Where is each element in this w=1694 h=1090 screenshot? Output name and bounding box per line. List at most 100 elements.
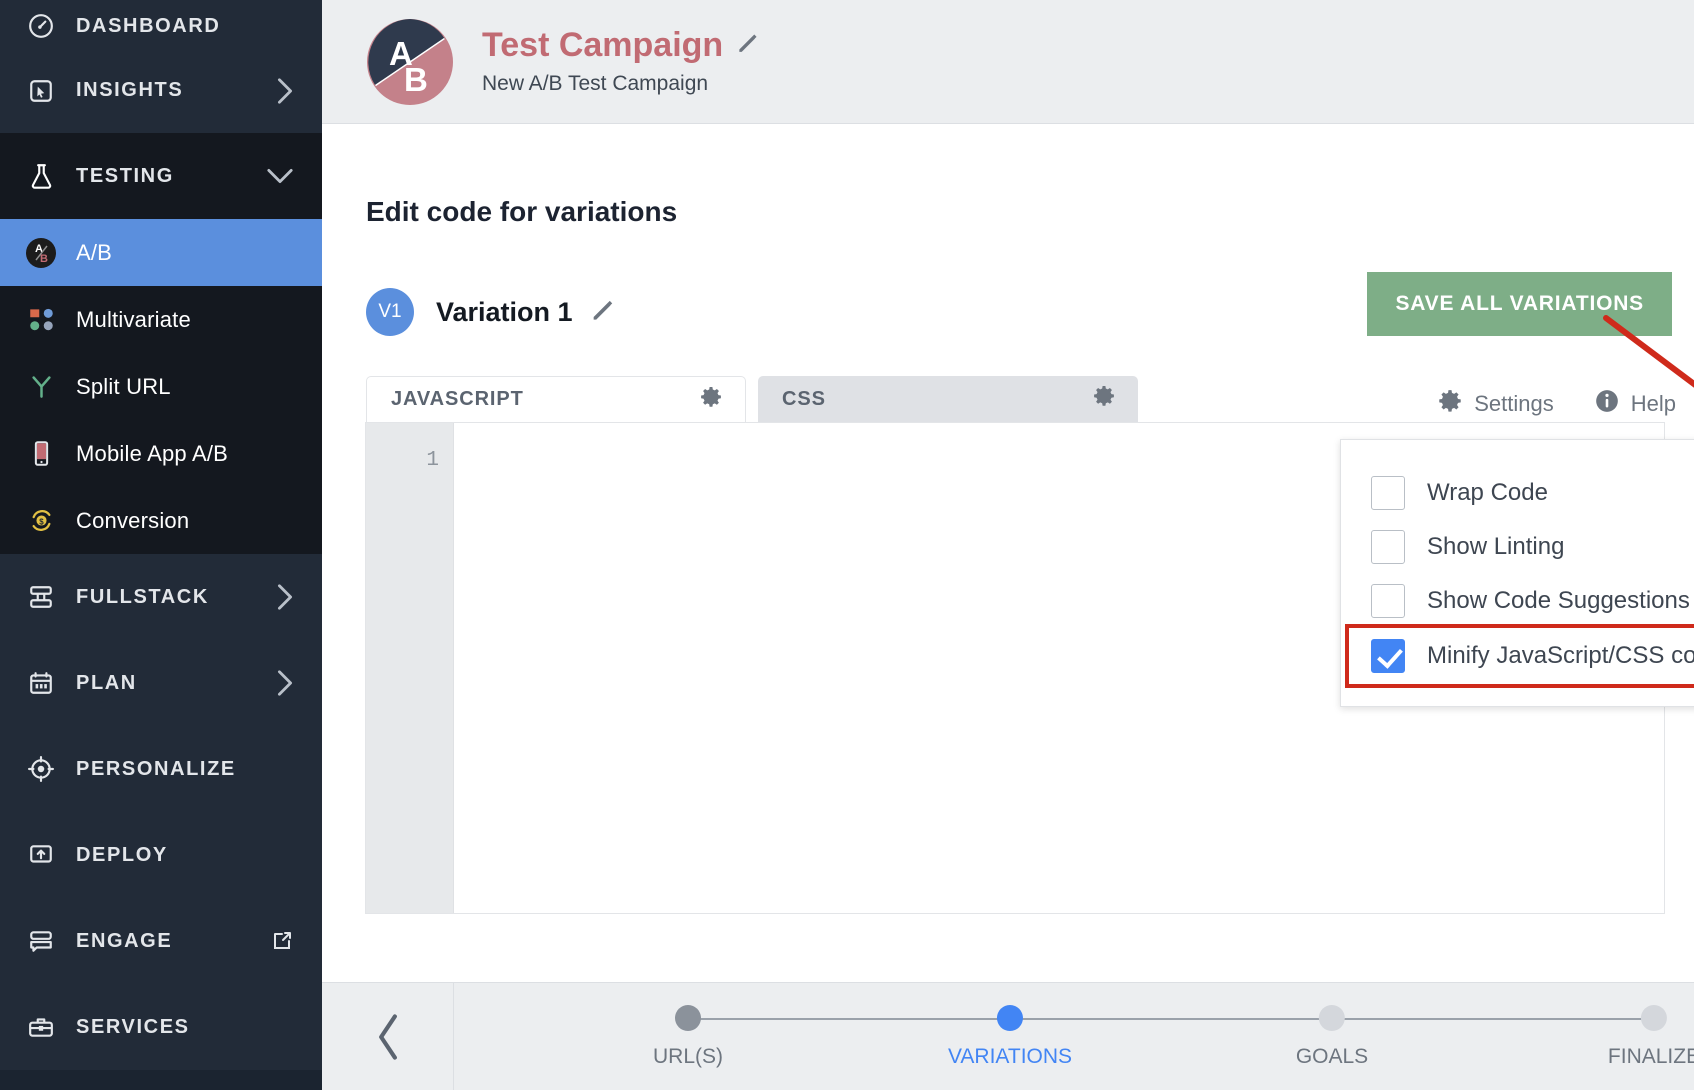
app-root: DASHBOARD INSIGHTS TESTING AB A/B Multiv… — [0, 0, 1694, 1090]
menu-item-show-linting[interactable]: Show Linting — [1341, 520, 1694, 574]
progress-stepper: URL(S) VARIATIONS GOALS FINALIZE — [454, 983, 1694, 1090]
menu-item-minify-code[interactable]: Minify JavaScript/CSS code ? — [1345, 624, 1694, 688]
step-finalize[interactable]: FINALIZE — [1607, 1004, 1694, 1069]
sidebar-item-label: A/B — [76, 239, 113, 265]
checkbox-wrap-code[interactable] — [1371, 476, 1405, 510]
variation-badge: V1 — [366, 288, 414, 336]
settings-label: Settings — [1474, 391, 1554, 416]
sidebar-item-multivariate[interactable]: Multivariate — [0, 286, 322, 353]
sidebar-item-engage[interactable]: ENGAGE — [0, 898, 322, 984]
campaign-subtitle: New A/B Test Campaign — [482, 72, 709, 96]
sidebar-item-dashboard[interactable]: DASHBOARD — [0, 0, 322, 48]
menu-item-show-code-suggestions[interactable]: Show Code Suggestions — [1341, 574, 1694, 628]
main-area: A B Test Campaign New A/B Test Campaign … — [322, 0, 1694, 1090]
sidebar-item-label: Multivariate — [76, 306, 191, 332]
sidebar-item-testing[interactable]: TESTING — [0, 133, 322, 219]
campaign-header: A B Test Campaign New A/B Test Campaign — [322, 0, 1694, 124]
settings-dropdown: Wrap Code Show Linting Show Code Suggest… — [1340, 439, 1694, 707]
chevron-right-icon — [276, 583, 294, 611]
tab-css[interactable]: CSS — [758, 376, 1138, 422]
sidebar-item-split-url[interactable]: Split URL — [0, 353, 322, 420]
target-icon — [24, 756, 58, 782]
svg-text:$: $ — [39, 517, 44, 526]
chevron-left-icon — [378, 1013, 397, 1060]
sidebar-item-label: PLAN — [76, 671, 137, 694]
chevron-down-icon — [266, 167, 294, 185]
tab-label: JAVASCRIPT — [391, 388, 524, 410]
variation-row: V1 Variation 1 SAVE ALL VARIATIONS — [366, 272, 1694, 340]
conversion-dollar-icon: $ — [24, 507, 58, 534]
gear-icon[interactable] — [699, 385, 723, 415]
sidebar-item-fullstack[interactable]: FULLSTACK — [0, 554, 322, 640]
campaign-text: Test Campaign New A/B Test Campaign — [482, 25, 761, 96]
sidebar-item-personalize[interactable]: PERSONALIZE — [0, 726, 322, 812]
chevron-right-icon — [276, 77, 294, 105]
wizard-footer: URL(S) VARIATIONS GOALS FINALIZE — [322, 982, 1694, 1090]
cursor-box-icon — [24, 78, 58, 104]
sidebar-item-mobile-app-ab[interactable]: Mobile App A/B — [0, 420, 322, 487]
line-number: 1 — [426, 449, 439, 472]
help-label: Help — [1630, 391, 1676, 416]
step-label: FINALIZE — [1607, 1044, 1694, 1068]
sidebar-item-plan[interactable]: PLAN — [0, 640, 322, 726]
svg-text:B: B — [40, 253, 48, 265]
help-button[interactable]: Help — [1594, 388, 1676, 420]
tab-javascript[interactable]: JAVASCRIPT — [366, 376, 746, 422]
settings-button[interactable]: Settings — [1437, 388, 1554, 420]
line-number-gutter: 1 — [366, 423, 454, 913]
section-heading: Edit code for variations — [366, 196, 678, 227]
sidebar-item-insights[interactable]: INSIGHTS — [0, 48, 322, 133]
gear-icon — [1437, 388, 1463, 420]
tab-label: CSS — [782, 387, 826, 410]
sidebar-item-deploy[interactable]: DEPLOY — [0, 812, 322, 898]
menu-item-wrap-code[interactable]: Wrap Code — [1341, 466, 1694, 520]
editor-tabbar: JAVASCRIPT CSS Settings Help — [366, 376, 1676, 422]
menu-item-label: Wrap Code — [1427, 479, 1548, 506]
checkbox-minify-code[interactable] — [1371, 639, 1405, 673]
sidebar-item-services[interactable]: SERVICES — [0, 984, 322, 1070]
calendar-icon — [24, 670, 58, 696]
sidebar-item-label: DASHBOARD — [76, 14, 221, 37]
editor-tools: Settings Help — [1437, 388, 1676, 420]
external-link-icon[interactable] — [270, 929, 294, 953]
speedometer-icon — [24, 13, 58, 39]
sidebar-item-label: ENGAGE — [76, 929, 173, 952]
step-label: VARIATIONS — [947, 1044, 1073, 1068]
page-title: Test Campaign — [482, 25, 724, 64]
step-goals[interactable]: GOALS — [1295, 1004, 1369, 1069]
pencil-icon[interactable] — [735, 27, 761, 64]
step-variations[interactable]: VARIATIONS — [947, 1004, 1073, 1069]
sidebar-item-ab[interactable]: AB A/B — [0, 219, 322, 286]
sidebar-item-conversion[interactable]: $ Conversion — [0, 487, 322, 554]
sidebar-item-label: Mobile App A/B — [76, 440, 229, 466]
sidebar: DASHBOARD INSIGHTS TESTING AB A/B Multiv… — [0, 0, 322, 1090]
sidebar-item-label: Split URL — [76, 373, 171, 399]
sidebar-item-label: SERVICES — [76, 1015, 190, 1038]
sidebar-item-label: Conversion — [76, 507, 190, 533]
info-icon — [1594, 388, 1620, 420]
ab-circle-icon: AB — [24, 237, 58, 269]
sidebar-item-label: PERSONALIZE — [76, 757, 236, 780]
svg-text:B: B — [404, 61, 428, 98]
menu-item-label: Show Linting — [1427, 533, 1565, 560]
step-urls[interactable]: URL(S) — [652, 1004, 724, 1069]
sidebar-item-label: DEPLOY — [76, 843, 168, 866]
deploy-icon — [24, 842, 58, 868]
checkbox-show-linting[interactable] — [1371, 530, 1405, 564]
step-dot — [996, 1004, 1023, 1031]
sidebar-item-label: FULLSTACK — [76, 585, 209, 608]
pencil-icon[interactable] — [589, 296, 617, 329]
checkbox-show-code-suggestions[interactable] — [1371, 584, 1405, 618]
mobile-phone-icon — [24, 440, 58, 467]
back-button[interactable] — [322, 982, 454, 1090]
gear-icon[interactable] — [1092, 384, 1116, 414]
flask-icon — [24, 163, 58, 190]
step-label: GOALS — [1295, 1044, 1369, 1068]
avatar: A B — [366, 18, 454, 106]
split-url-icon — [24, 373, 58, 400]
save-all-variations-button[interactable]: SAVE ALL VARIATIONS — [1367, 272, 1672, 336]
sidebar-item-label: INSIGHTS — [76, 79, 184, 101]
stack-icon — [24, 584, 58, 610]
chevron-right-icon — [276, 669, 294, 697]
step-label: URL(S) — [652, 1044, 724, 1068]
